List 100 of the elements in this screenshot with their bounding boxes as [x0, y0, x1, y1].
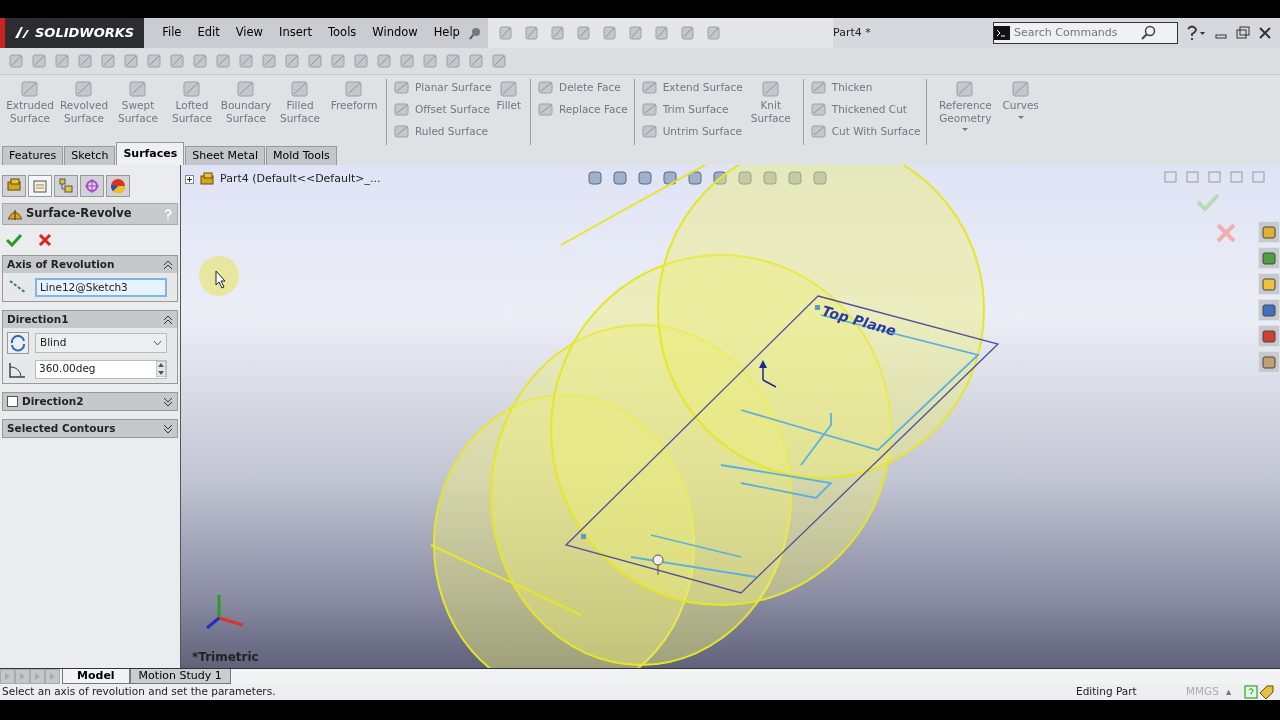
- tool-icon[interactable]: [215, 52, 232, 70]
- command-tab[interactable]: Mold Tools: [265, 145, 337, 165]
- tool-icon[interactable]: [307, 52, 324, 70]
- ribbon-button[interactable]: Planar Surface: [393, 79, 492, 96]
- section-header[interactable]: Selected Contours: [3, 420, 177, 437]
- units-arrow[interactable]: ▴: [1226, 684, 1244, 700]
- spin-arrows-icon[interactable]: [156, 361, 166, 377]
- tool-icon[interactable]: [236, 79, 256, 99]
- ribbon-button[interactable]: Replace Face: [537, 101, 628, 118]
- selection-field[interactable]: Line12@Sketch3: [35, 277, 167, 297]
- task-pane-tab[interactable]: [1258, 325, 1280, 347]
- task-pane-tab[interactable]: [1258, 299, 1280, 321]
- tree-item[interactable]: Part4 (Default<<Default>_...: [220, 171, 381, 188]
- ribbon-button[interactable]: Knit Surface: [744, 79, 797, 145]
- tool-icon[interactable]: [128, 79, 148, 99]
- menu-item[interactable]: Tools: [320, 24, 365, 42]
- panel-tab[interactable]: [106, 175, 130, 197]
- help-icon[interactable]: [1184, 24, 1206, 42]
- expand-plus-icon[interactable]: [185, 174, 194, 184]
- ribbon-button[interactable]: Fillet: [493, 79, 525, 145]
- ribbon-button[interactable]: Boundary Surface: [220, 79, 272, 145]
- tool-icon[interactable]: [640, 79, 659, 96]
- ribbon-button[interactable]: Cut With Surface: [809, 123, 921, 140]
- tool-icon[interactable]: [284, 52, 301, 70]
- expand-chevron-icon[interactable]: [163, 396, 173, 407]
- tool-icon[interactable]: [393, 123, 411, 140]
- checkbox[interactable]: [7, 396, 18, 407]
- tool-icon[interactable]: [100, 52, 117, 70]
- task-pane-tab[interactable]: [1258, 221, 1280, 243]
- tool-icon[interactable]: [760, 79, 781, 99]
- ribbon-button[interactable]: Offset Surface: [393, 101, 492, 118]
- menu-item[interactable]: View: [227, 24, 271, 42]
- tool-icon[interactable]: [261, 52, 278, 70]
- search-field[interactable]: Search Commands: [1010, 24, 1140, 42]
- tool-icon[interactable]: [640, 123, 659, 140]
- ribbon-button[interactable]: Filled Surface: [274, 79, 326, 145]
- ribbon-button[interactable]: Curves: [999, 79, 1042, 145]
- tool-icon[interactable]: [344, 79, 364, 99]
- task-pane-tab[interactable]: [1258, 273, 1280, 295]
- menu-item[interactable]: Edit: [189, 24, 228, 42]
- ribbon-button[interactable]: Thickened Cut: [809, 101, 921, 118]
- ok-check-icon[interactable]: [6, 233, 22, 247]
- end-condition-dropdown[interactable]: Blind: [35, 333, 167, 353]
- tool-icon[interactable]: [330, 52, 347, 70]
- tool-icon[interactable]: [123, 52, 140, 70]
- ribbon-button[interactable]: Freeform: [328, 79, 380, 145]
- tool-icon[interactable]: [74, 79, 94, 99]
- panel-tab[interactable]: [80, 175, 104, 197]
- menu-item[interactable]: Help: [425, 24, 468, 42]
- panel-tab[interactable]: [54, 175, 78, 197]
- angle-field[interactable]: 360.00deg: [35, 359, 167, 379]
- pin-icon[interactable]: [467, 26, 482, 40]
- tool-icon[interactable]: [376, 52, 393, 70]
- task-pane-tab[interactable]: [1258, 247, 1280, 269]
- tool-icon[interactable]: [393, 101, 411, 118]
- tool-icon[interactable]: [31, 52, 48, 70]
- command-tab[interactable]: Features: [2, 145, 64, 165]
- command-tab[interactable]: Sheet Metal: [185, 145, 265, 165]
- collapse-chevron-icon[interactable]: [163, 259, 173, 270]
- model-tab[interactable]: Model: [62, 669, 130, 684]
- search-icon[interactable]: [1140, 25, 1158, 41]
- task-pane-tab[interactable]: [1258, 351, 1280, 373]
- tool-icon[interactable]: [77, 52, 94, 70]
- tool-icon[interactable]: [445, 52, 462, 70]
- tool-icon[interactable]: [537, 79, 556, 96]
- ribbon-button[interactable]: Thicken: [809, 79, 921, 96]
- model-tab[interactable]: Motion Study 1: [129, 669, 231, 684]
- menu-item[interactable]: File: [154, 24, 190, 42]
- tool-icon[interactable]: [20, 79, 40, 99]
- tool-icon[interactable]: [192, 52, 209, 70]
- tool-icon[interactable]: [393, 79, 411, 96]
- cancel-x-icon[interactable]: [38, 233, 52, 247]
- section-header[interactable]: Direction2: [3, 393, 177, 410]
- units-label[interactable]: MMGS: [1186, 684, 1226, 700]
- section-header[interactable]: Direction1: [3, 311, 177, 328]
- menu-item[interactable]: Insert: [271, 24, 320, 42]
- tool-icon[interactable]: [399, 52, 416, 70]
- ribbon-button[interactable]: Revolved Surface: [58, 79, 110, 145]
- tool-icon[interactable]: [146, 52, 163, 70]
- ribbon-button[interactable]: Trim Surface: [640, 101, 743, 118]
- ribbon-button[interactable]: Extruded Surface: [4, 79, 56, 145]
- tool-icon[interactable]: [353, 52, 370, 70]
- command-tab[interactable]: Sketch: [64, 145, 116, 165]
- panel-tab[interactable]: [2, 175, 26, 197]
- ribbon-button[interactable]: Ruled Surface: [393, 123, 492, 140]
- panel-tab[interactable]: [28, 175, 52, 197]
- reverse-direction-icon[interactable]: [7, 332, 29, 354]
- section-header[interactable]: Axis of Revolution: [3, 256, 177, 273]
- tool-icon[interactable]: [491, 52, 508, 70]
- tool-icon[interactable]: [537, 101, 556, 118]
- command-tab[interactable]: Surfaces: [116, 141, 185, 165]
- tool-icon[interactable]: [422, 52, 439, 70]
- tool-icon[interactable]: [1010, 79, 1031, 99]
- tool-icon[interactable]: [640, 101, 659, 118]
- tool-icon[interactable]: [809, 79, 828, 96]
- ribbon-button[interactable]: Reference Geometry: [933, 79, 998, 145]
- tool-icon[interactable]: [54, 52, 71, 70]
- tool-icon[interactable]: [498, 79, 519, 99]
- tool-icon[interactable]: [182, 79, 202, 99]
- ribbon-button[interactable]: Untrim Surface: [640, 123, 743, 140]
